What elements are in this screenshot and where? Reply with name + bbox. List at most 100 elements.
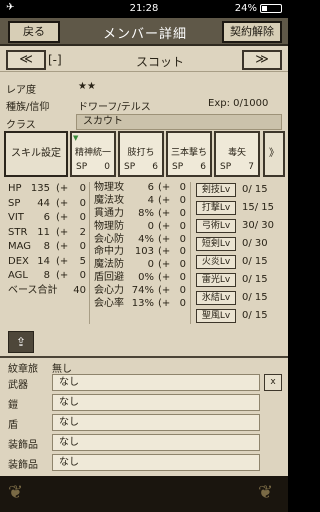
stat-value: 6 — [147, 182, 154, 193]
skill-slot-3[interactable]: 三本撃ち SP 6 — [166, 131, 212, 177]
stat-plus: (+ — [158, 259, 171, 271]
crest-value: 無し — [52, 364, 72, 375]
stat-plus: (+ — [158, 272, 171, 284]
footer-ornament-bar: ❦ ❦ — [0, 476, 288, 512]
battery-percent: 24% — [234, 3, 257, 14]
prev-member-button[interactable]: ≪ — [6, 50, 46, 70]
stat-plus: (+ — [158, 233, 171, 245]
equip-slot-accessory-1[interactable]: なし — [52, 434, 260, 451]
member-name: スコット — [135, 55, 184, 69]
battery-icon — [260, 4, 282, 13]
stat-value: 14 — [37, 255, 50, 267]
skill-slot-4[interactable]: 毒矢 SP 7 — [214, 131, 260, 177]
stat-plus: (+ — [56, 270, 69, 281]
stat-name: 物理防 — [94, 220, 124, 232]
skill-level-value: 0/ 15 — [242, 310, 268, 321]
stat-value: 74% — [131, 285, 154, 297]
stat-bonus: 0 — [179, 233, 186, 245]
stat-plus: (+ — [158, 285, 171, 297]
race-label: 種族/信仰 — [6, 102, 50, 113]
stat-plus: (+ — [56, 255, 69, 267]
member-nav: ≪ [-] スコット ≫ — [0, 48, 288, 72]
stat-name: 会心率 — [94, 298, 124, 310]
stat-bonus: 0 — [179, 285, 186, 297]
divider — [190, 182, 191, 324]
equip-slot-armor[interactable]: なし — [52, 394, 260, 411]
stat-name: 魔法攻 — [94, 194, 124, 206]
header-bar: 戻る メンバー詳細 契約解除 — [0, 18, 288, 46]
stat-bonus: 5 — [79, 255, 86, 267]
skill-level-button[interactable]: 雷光Lv — [196, 273, 236, 287]
stat-value: 0 — [147, 220, 154, 232]
crest-label: 紋章旅 — [8, 364, 38, 375]
skill-slot-2[interactable]: 肢打ち SP 6 — [118, 131, 164, 177]
stat-name: 貫通力 — [94, 207, 124, 219]
skill-level-value: 0/ 15 — [242, 184, 268, 195]
stat-value: 4% — [138, 233, 154, 245]
status-bar: ✈ 21:28 24% — [0, 0, 288, 18]
skill-level-button[interactable]: 聖風Lv — [196, 309, 236, 323]
skill-level-value: 0/ 15 — [242, 256, 268, 267]
stat-bonus: 0 — [179, 298, 186, 310]
base-stat-plus: (+ (+ (+ (+ (+ (+ (+ — [56, 182, 68, 284]
base-total-value: 40 — [73, 284, 86, 296]
stat-plus: (+ — [56, 212, 69, 223]
stat-value: 103 — [134, 246, 154, 258]
equip-slot-weapon[interactable]: なし — [52, 374, 260, 391]
stat-bonus: 0 — [79, 183, 86, 194]
rarity-label: レア度 — [6, 85, 36, 96]
section-divider — [0, 356, 288, 358]
skill-level-button[interactable]: 弓術Lv — [196, 219, 236, 233]
skill-level-button[interactable]: 氷結Lv — [196, 291, 236, 305]
stat-name: 会心力 — [94, 285, 124, 297]
stat-bonus: 0 — [79, 241, 86, 252]
stat-value: 6 — [43, 212, 50, 223]
stat-bonus: 0 — [179, 220, 186, 232]
skill-sp-value: 6 — [152, 162, 158, 172]
stat-plus: (+ — [158, 207, 171, 219]
equip-label-armor: 鎧 — [8, 400, 18, 411]
stat-bonus: 0 — [179, 272, 186, 284]
stat-bonus: 0 — [79, 270, 86, 281]
page-title: メンバー詳細 — [102, 27, 187, 42]
skill-level-button[interactable]: 火炎Lv — [196, 255, 236, 269]
skill-level-button[interactable]: 打撃Lv — [196, 201, 236, 215]
stat-bonus: 2 — [79, 226, 86, 238]
stat-value: 8% — [138, 207, 154, 219]
ornament-icon: ❦ — [8, 482, 24, 503]
stat-plus: (+ — [56, 226, 69, 238]
skill-setting-button[interactable]: スキル設定 — [4, 131, 68, 177]
equip-label-weapon: 武器 — [8, 380, 28, 391]
equip-label-shield: 盾 — [8, 420, 18, 431]
skill-level-button[interactable]: 剣技Lv — [196, 183, 236, 197]
stat-bonus: 0 — [79, 212, 86, 223]
skill-name: 肢打ち — [127, 148, 155, 158]
divider — [89, 182, 90, 324]
release-contract-button[interactable]: 契約解除 — [222, 21, 282, 43]
stat-plus: (+ — [158, 220, 171, 232]
skill-level-value: 30/ 30 — [242, 220, 274, 231]
equip-slot-shield[interactable]: なし — [52, 414, 260, 431]
share-button[interactable]: ⇪ — [8, 331, 34, 353]
ornament-icon: ❦ — [258, 482, 274, 503]
stat-value: 4 — [147, 194, 154, 206]
stat-bonus: 0 — [179, 259, 186, 271]
remove-weapon-button[interactable]: x — [264, 374, 282, 391]
back-button[interactable]: 戻る — [8, 21, 60, 43]
skill-corner-marker: ▼ — [73, 134, 79, 142]
skill-level-value: 15/ 15 — [242, 202, 274, 213]
skill-sp-value: 0 — [104, 162, 110, 172]
stat-value: 135 — [30, 183, 50, 194]
share-icon: ⇪ — [15, 335, 27, 349]
skill-level-button[interactable]: 短剣Lv — [196, 237, 236, 251]
equip-label-accessory-1: 装飾品 — [8, 440, 38, 451]
skill-slot-1[interactable]: ▼ 精神統一 SP 0 — [70, 131, 116, 177]
stat-plus: (+ — [158, 182, 171, 193]
combat-stat-bonus: 0 0 0 0 0 0 0 0 0 0 — [174, 182, 186, 311]
more-skills-button[interactable]: 》 — [263, 131, 285, 177]
next-member-button[interactable]: ≫ — [242, 50, 282, 70]
stat-bonus: 0 — [179, 194, 186, 206]
stat-name: 物理攻 — [94, 182, 124, 193]
equip-slot-accessory-2[interactable]: なし — [52, 454, 260, 471]
stat-bonus: 0 — [179, 246, 186, 258]
